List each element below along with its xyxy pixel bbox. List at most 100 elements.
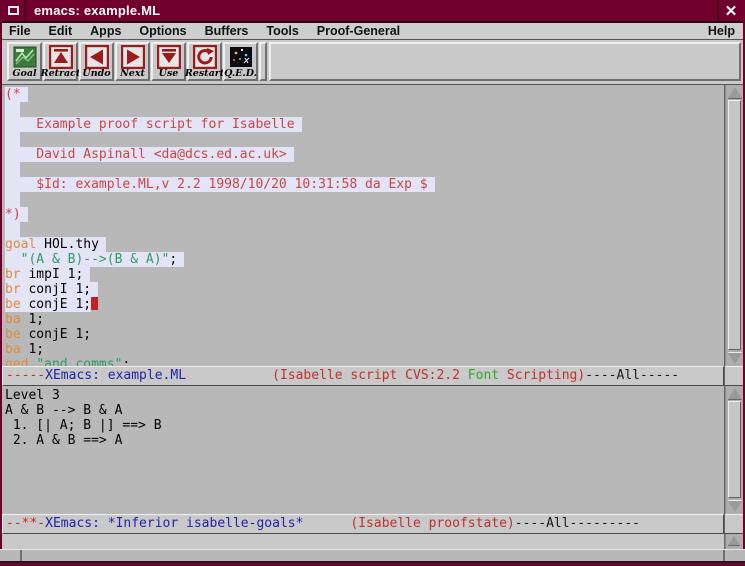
menu-item-tools[interactable]: Tools	[257, 23, 307, 40]
plain-text: conjE 1;	[21, 297, 91, 312]
string-text: "and_comms"	[36, 357, 122, 366]
goals-line: 1. [| A; B |] ==> B	[5, 418, 724, 433]
plain-text	[5, 252, 21, 267]
scroll-down-icon[interactable]	[728, 501, 742, 512]
minibuffer[interactable]	[2, 534, 724, 549]
string-text: "(A & B)-->(B & A)"	[21, 252, 170, 267]
toolbar-button-label: Retract	[41, 69, 81, 79]
plain-text: ;	[169, 252, 177, 267]
minibuffer-scrollbar[interactable]	[725, 534, 743, 549]
plain-text: impI 1;	[21, 267, 84, 282]
plain-text: 1;	[21, 342, 44, 357]
code-line[interactable]: *)	[5, 207, 724, 222]
code-line[interactable]: br conjI 1;	[5, 282, 724, 297]
keyword-text: be	[5, 297, 21, 312]
unprocessed-line: qed "and_comms";	[5, 357, 130, 366]
goals-modeline[interactable]: --**-XEmacs: *Inferior isabelle-goals* (…	[2, 514, 724, 534]
toolbar-button-label: Q.E.D.	[224, 69, 257, 79]
use-icon	[157, 45, 181, 69]
locked-region-line	[5, 192, 20, 207]
scroll-up-icon[interactable]	[728, 536, 740, 545]
keyword-text: br	[5, 267, 21, 282]
menu-item-file[interactable]: File	[2, 23, 40, 40]
goal-icon	[13, 45, 37, 69]
goals-buffer[interactable]: Level 3A & B --> B & A 1. [| A; B |] ==>…	[2, 386, 724, 514]
modeline-end-cap	[725, 514, 743, 534]
undo-button[interactable]: Undo	[79, 42, 114, 81]
code-line[interactable]: ba 1;	[5, 312, 724, 327]
locked-region-line: (*	[5, 87, 28, 102]
script-scrollbar-thumb[interactable]	[728, 100, 741, 350]
use-button[interactable]: Use	[151, 42, 186, 81]
buffer-column: (* Example proof script for Isabelle Dav…	[2, 85, 724, 549]
locked-region-line: be conjE 1;	[5, 297, 91, 312]
scroll-up-icon[interactable]	[728, 388, 742, 399]
code-line[interactable]: "(A & B)-->(B & A)";	[5, 252, 724, 267]
window-resize-frame[interactable]	[0, 549, 745, 563]
toolbar: Goal RetractUndo Next Use RestartQ.E.D.	[2, 40, 743, 85]
resize-handle[interactable]	[723, 550, 725, 561]
script-buffer[interactable]: (* Example proof script for Isabelle Dav…	[2, 85, 724, 366]
menu-item-edit[interactable]: Edit	[40, 23, 82, 40]
code-line[interactable]	[5, 162, 724, 177]
code-line[interactable]	[5, 102, 724, 117]
modeline-segment	[186, 368, 272, 383]
close-icon: ✕	[725, 2, 738, 20]
plain-text: ;	[122, 357, 130, 366]
menu-item-buffers[interactable]: Buffers	[196, 23, 258, 40]
scroll-up-icon[interactable]	[728, 87, 742, 98]
goals-scrollbar[interactable]	[725, 386, 743, 514]
locked-region-line: br impI 1;	[5, 267, 90, 282]
window-menu-button[interactable]	[2, 0, 26, 21]
code-line[interactable]: ba 1;	[5, 342, 724, 357]
menu-item-help[interactable]: Help	[700, 23, 743, 40]
script-modeline[interactable]: -----XEmacs: example.ML (Isabelle script…	[2, 366, 724, 386]
toolbar-button-label: Goal	[12, 69, 36, 79]
locked-region-line	[5, 132, 20, 147]
code-line[interactable]	[5, 132, 724, 147]
script-scrollbar[interactable]	[725, 85, 743, 366]
code-line[interactable]: David Aspinall <da@dcs.ed.ac.uk>	[5, 147, 724, 162]
retract-icon	[49, 45, 73, 69]
code-line[interactable]: be conjE 1;	[5, 297, 724, 312]
code-line[interactable]: be conjE 1;	[5, 327, 724, 342]
code-line[interactable]: (*	[5, 87, 724, 102]
plain-text: conjE 1;	[21, 327, 91, 342]
goals-line: Level 3	[5, 388, 724, 403]
next-button[interactable]: Next	[115, 42, 150, 81]
main-area: (* Example proof script for Isabelle Dav…	[2, 85, 743, 549]
code-line[interactable]	[5, 192, 724, 207]
code-line[interactable]	[5, 222, 724, 237]
goal-button[interactable]: Goal	[7, 42, 42, 81]
close-button[interactable]: ✕	[717, 0, 743, 21]
scroll-down-icon[interactable]	[728, 353, 742, 364]
keyword-text: goal	[5, 237, 36, 252]
unprocessed-line: be conjE 1;	[5, 327, 91, 342]
xemacs-window: emacs: example.ML ✕ FileEditAppsOptionsB…	[0, 0, 745, 566]
titlebar: emacs: example.ML ✕	[2, 0, 743, 23]
code-line[interactable]: goal HOL.thy	[5, 237, 724, 252]
goals-scrollbar-thumb[interactable]	[728, 401, 741, 498]
resize-handle[interactable]	[20, 550, 22, 561]
locked-region-line: goal HOL.thy	[5, 237, 106, 252]
comment-text: (*	[5, 87, 21, 102]
restart-button[interactable]: Restart	[187, 42, 222, 81]
modeline-segment: XEmacs: example.ML	[45, 368, 186, 383]
toolbar-button-label: Next	[120, 69, 145, 79]
menu-item-proof-general[interactable]: Proof-General	[308, 23, 409, 40]
menu-item-apps[interactable]: Apps	[81, 23, 130, 40]
modeline-segment: -----	[6, 368, 45, 383]
menubar: FileEditAppsOptionsBuffersToolsProof-Gen…	[2, 23, 743, 40]
menu-item-options[interactable]: Options	[130, 23, 195, 40]
comment-text: David Aspinall <da@dcs.ed.ac.uk>	[5, 147, 287, 162]
qed-button[interactable]: Q.E.D.	[223, 42, 258, 81]
code-line[interactable]: qed "and_comms";	[5, 357, 724, 366]
modeline-segment: ----All-----	[585, 368, 679, 383]
locked-region-line	[5, 162, 20, 177]
retract-button[interactable]: Retract	[43, 42, 78, 81]
code-line[interactable]: br impI 1;	[5, 267, 724, 282]
toolbar-button-label: Use	[159, 69, 179, 79]
code-line[interactable]: $Id: example.ML,v 2.2 1998/10/20 10:31:5…	[5, 177, 724, 192]
code-line[interactable]: Example proof script for Isabelle	[5, 117, 724, 132]
locked-region-line	[5, 222, 20, 237]
